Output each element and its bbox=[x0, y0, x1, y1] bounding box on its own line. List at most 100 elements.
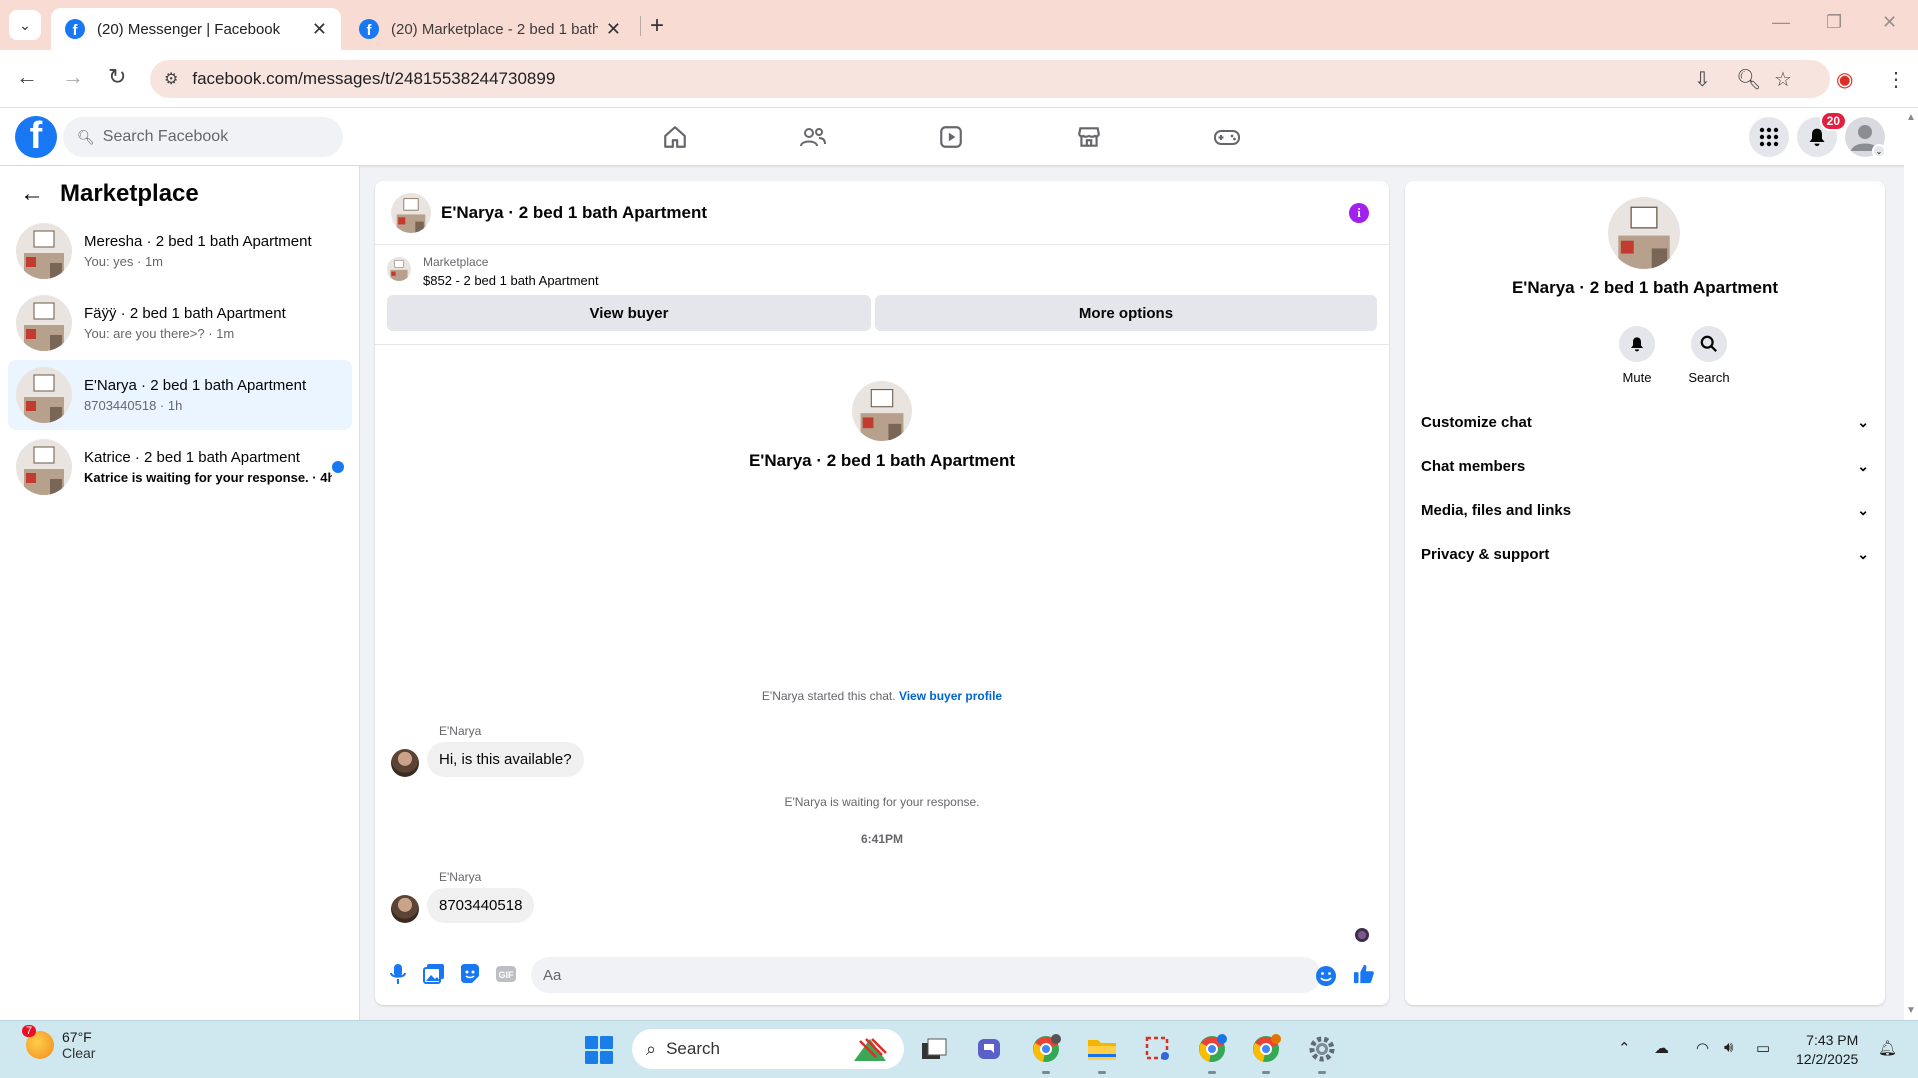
close-tab-icon[interactable]: ✕ bbox=[606, 19, 621, 40]
tab-messenger[interactable]: f (20) Messenger | Facebook ✕ bbox=[51, 8, 341, 50]
listing-thumbnail[interactable] bbox=[387, 257, 411, 281]
reload-button[interactable]: ↻ bbox=[108, 64, 126, 90]
thumbs-up-icon[interactable] bbox=[1353, 963, 1375, 985]
show-hidden-icons-chevron-icon[interactable]: ⌃ bbox=[1618, 1039, 1631, 1057]
message-input[interactable]: Aa bbox=[531, 957, 1321, 993]
conversation-item[interactable]: Katrice · 2 bed 1 bath Apartment Katrice… bbox=[8, 432, 352, 502]
search-in-chat-button[interactable]: Search bbox=[1679, 326, 1739, 385]
sender-avatar[interactable] bbox=[391, 895, 419, 923]
listing-price-title[interactable]: $852 - 2 bed 1 bath Apartment bbox=[423, 273, 599, 288]
chrome-icon[interactable] bbox=[1030, 1033, 1062, 1065]
bookmark-star-icon[interactable]: ☆ bbox=[1774, 67, 1792, 92]
weather-widget[interactable]: 7 67°F Clear bbox=[22, 1025, 96, 1061]
sender-avatar[interactable] bbox=[391, 749, 419, 777]
chevron-down-icon: ⌄ bbox=[1857, 501, 1869, 518]
notification-bell-icon[interactable]: 🔔︎ bbox=[1878, 1039, 1897, 1057]
facebook-logo-icon[interactable]: f bbox=[15, 116, 57, 158]
url-bar[interactable]: ⚙ facebook.com/messages/t/24815538244730… bbox=[150, 60, 1830, 98]
info-panel-thumbnail[interactable] bbox=[1608, 197, 1680, 269]
friends-icon[interactable] bbox=[796, 120, 830, 154]
sidebar-header: ← Marketplace bbox=[20, 180, 199, 208]
conversation-item-active[interactable]: E'Narya · 2 bed 1 bath Apartment 8703440… bbox=[8, 360, 352, 430]
close-tab-icon[interactable]: ✕ bbox=[312, 19, 327, 40]
tab-marketplace[interactable]: f (20) Marketplace - 2 bed 1 bath ✕ bbox=[345, 8, 635, 50]
emoji-icon[interactable] bbox=[1315, 965, 1337, 987]
teams-icon[interactable] bbox=[974, 1033, 1006, 1065]
more-options-button[interactable]: More options bbox=[875, 295, 1377, 331]
info-icon[interactable]: i bbox=[1349, 203, 1369, 223]
close-window-button[interactable]: ✕ bbox=[1882, 12, 1897, 33]
menu-grid-button[interactable] bbox=[1749, 117, 1789, 157]
listing-thumbnail bbox=[16, 439, 72, 495]
microphone-icon[interactable] bbox=[387, 963, 409, 985]
chrome-profile-icon[interactable] bbox=[1196, 1033, 1228, 1065]
message-bubble[interactable]: 8703440518 bbox=[427, 888, 535, 923]
back-arrow-icon[interactable]: ← bbox=[20, 180, 44, 208]
gaming-icon[interactable] bbox=[1210, 120, 1244, 154]
taskbar-search-box[interactable]: ⌕ Search bbox=[632, 1029, 904, 1069]
site-info-icon[interactable]: ⚙ bbox=[164, 69, 178, 89]
page-scrollbar[interactable]: ▲ ▼ bbox=[1904, 108, 1918, 1020]
volume-icon[interactable]: 🔊︎ bbox=[1724, 1039, 1733, 1056]
scroll-up-arrow-icon[interactable]: ▲ bbox=[1906, 112, 1916, 123]
notifications-button[interactable]: 20 bbox=[1797, 111, 1847, 157]
notification-badge: 20 bbox=[1819, 111, 1847, 131]
chat-header-thumbnail[interactable] bbox=[391, 192, 431, 233]
zoom-icon[interactable]: 🔍︎ bbox=[1736, 67, 1761, 92]
app-running-indicator bbox=[1098, 1071, 1106, 1074]
conversation-name: Fäÿÿ · 2 bed 1 bath Apartment bbox=[84, 305, 286, 322]
tab-separator bbox=[640, 16, 641, 36]
conversation-item[interactable]: Meresha · 2 bed 1 bath Apartment You: ye… bbox=[8, 216, 352, 286]
mute-button[interactable]: Mute bbox=[1607, 326, 1667, 385]
conversation-name: Katrice · 2 bed 1 bath Apartment bbox=[84, 449, 300, 466]
minimize-button[interactable]: — bbox=[1772, 12, 1790, 33]
file-explorer-icon[interactable] bbox=[1086, 1033, 1118, 1065]
url-text[interactable]: facebook.com/messages/t/2481553824473089… bbox=[192, 69, 555, 89]
facebook-search-input[interactable]: 🔍︎ Search Facebook bbox=[63, 117, 343, 157]
scroll-down-arrow-icon[interactable]: ▼ bbox=[1906, 1005, 1916, 1016]
chat-intro-name: E'Narya · 2 bed 1 bath Apartment bbox=[748, 451, 1016, 470]
windows-start-icon[interactable] bbox=[585, 1036, 613, 1064]
media-files-links-section[interactable]: Media, files and links ⌄ bbox=[1421, 492, 1869, 528]
install-app-icon[interactable]: ⇩ bbox=[1694, 67, 1711, 92]
cloud-sync-off-icon[interactable]: ☁ bbox=[1654, 1039, 1669, 1057]
privacy-support-section[interactable]: Privacy & support ⌄ bbox=[1421, 536, 1869, 572]
clock-time: 7:43 PM bbox=[1806, 1032, 1859, 1048]
chat-intro: E'Narya · 2 bed 1 bath Apartment bbox=[375, 381, 1389, 471]
chrome-profile-icon[interactable] bbox=[1250, 1033, 1282, 1065]
system-clock[interactable]: 7:43 PM 12/2/2025 bbox=[1796, 1031, 1858, 1069]
section-label: Customize chat bbox=[1421, 413, 1532, 431]
section-label: Media, files and links bbox=[1421, 501, 1572, 519]
svg-text:GIF: GIF bbox=[499, 970, 515, 980]
task-view-icon[interactable] bbox=[918, 1033, 950, 1065]
snipping-tool-icon[interactable] bbox=[1142, 1033, 1174, 1065]
view-buyer-profile-link[interactable]: View buyer profile bbox=[899, 689, 1002, 703]
home-icon[interactable] bbox=[658, 120, 692, 154]
message-bubble[interactable]: Hi, is this available? bbox=[427, 742, 584, 777]
wifi-icon[interactable]: ◠ bbox=[1696, 1039, 1709, 1057]
weather-description: Clear bbox=[62, 1045, 96, 1061]
marketplace-icon[interactable] bbox=[1072, 120, 1106, 154]
battery-icon[interactable]: ▭ bbox=[1756, 1039, 1770, 1057]
browser-menu-icon[interactable]: ⋮ bbox=[1886, 67, 1906, 92]
chat-members-section[interactable]: Chat members ⌄ bbox=[1421, 448, 1869, 484]
conversation-item[interactable]: Fäÿÿ · 2 bed 1 bath Apartment You: are y… bbox=[8, 288, 352, 358]
settings-gear-icon[interactable] bbox=[1306, 1033, 1338, 1065]
grid-icon bbox=[1759, 127, 1779, 147]
new-tab-button[interactable]: + bbox=[650, 12, 664, 40]
search-icon bbox=[1691, 326, 1727, 362]
listing-thumbnail bbox=[16, 223, 72, 279]
profile-icon[interactable]: ◉ bbox=[1836, 67, 1853, 92]
back-button[interactable]: ← bbox=[16, 64, 38, 90]
tab-search-button[interactable]: ⌄ bbox=[9, 10, 41, 40]
chat-title[interactable]: E'Narya · 2 bed 1 bath Apartment bbox=[441, 203, 707, 223]
restore-button[interactable]: ❐ bbox=[1826, 12, 1842, 33]
view-buyer-button[interactable]: View buyer bbox=[387, 295, 871, 331]
gif-icon[interactable]: GIF bbox=[495, 963, 517, 985]
video-icon[interactable] bbox=[934, 120, 968, 154]
customize-chat-section[interactable]: Customize chat ⌄ bbox=[1421, 404, 1869, 440]
photo-icon[interactable] bbox=[423, 963, 445, 985]
forward-button[interactable]: → bbox=[62, 64, 84, 90]
account-chevron-icon[interactable]: ⌄ bbox=[1872, 144, 1886, 158]
sticker-icon[interactable] bbox=[459, 963, 481, 985]
